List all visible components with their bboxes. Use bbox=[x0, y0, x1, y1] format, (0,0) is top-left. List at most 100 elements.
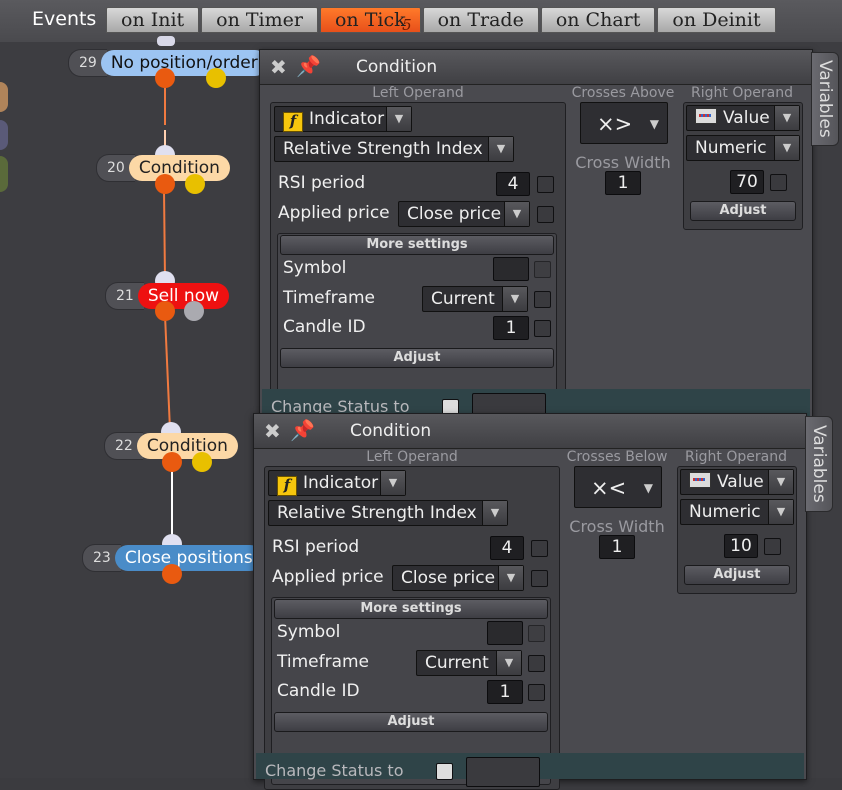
more-settings-header[interactable]: More settings bbox=[274, 599, 548, 619]
right-operand-group: Value ▼ Numeric ▼ 10 Adjust bbox=[677, 466, 797, 594]
applied-price-checkbox[interactable] bbox=[531, 570, 548, 587]
adjust-button-left[interactable]: Adjust bbox=[280, 348, 554, 368]
indicator-select[interactable]: Relative Strength Index ▼ bbox=[268, 500, 508, 526]
node-20-output-port-orange[interactable] bbox=[155, 174, 175, 194]
dialog-1-titlebar[interactable]: ✖ 📌 Condition bbox=[260, 50, 812, 85]
condition-dialog-1: ✖ 📌 Condition Left Operand f Indicator ▼ R… bbox=[259, 49, 813, 431]
symbol-checkbox[interactable] bbox=[528, 625, 545, 642]
timeframe-select[interactable]: Current ▼ bbox=[416, 650, 522, 676]
adjust-button-left[interactable]: Adjust bbox=[274, 712, 548, 732]
applied-price-select[interactable]: Close price ▼ bbox=[392, 565, 524, 591]
chevron-down-icon: ▼ bbox=[502, 287, 527, 311]
timeframe-checkbox[interactable] bbox=[528, 655, 545, 672]
candle-id-checkbox[interactable] bbox=[528, 684, 545, 701]
change-status-row: Change Status to bbox=[256, 753, 804, 787]
candle-id-label: Candle ID bbox=[283, 317, 366, 337]
candle-id-checkbox[interactable] bbox=[534, 320, 551, 337]
chevron-down-icon: ▼ bbox=[496, 651, 521, 675]
operator-caption: Crosses Below bbox=[566, 449, 668, 465]
right-operand-caption: Right Operand bbox=[685, 449, 787, 465]
chevron-down-icon: ▼ bbox=[768, 470, 793, 494]
timeframe-select[interactable]: Current ▼ bbox=[422, 286, 528, 312]
right-operand-type-select[interactable]: Value ▼ bbox=[686, 105, 800, 131]
dialog-2-titlebar[interactable]: ✖ 📌 Condition bbox=[254, 414, 806, 449]
left-operand-type-select[interactable]: f Indicator ▼ bbox=[274, 106, 412, 132]
rsi-period-input[interactable]: 4 bbox=[490, 536, 524, 560]
adjust-button-right[interactable]: Adjust bbox=[684, 565, 790, 585]
rsi-period-checkbox[interactable] bbox=[537, 176, 554, 193]
chevron-down-icon: ▼ bbox=[498, 566, 523, 590]
candle-id-input[interactable]: 1 bbox=[487, 680, 523, 704]
node-29-input-port[interactable] bbox=[157, 36, 175, 46]
function-icon: f bbox=[277, 476, 297, 496]
chevron-down-icon: ▼ bbox=[482, 501, 507, 525]
chevron-down-icon: ▼ bbox=[774, 106, 799, 130]
rsi-period-input[interactable]: 4 bbox=[496, 172, 530, 196]
rsi-period-checkbox[interactable] bbox=[531, 540, 548, 557]
symbol-input[interactable] bbox=[487, 621, 523, 645]
symbol-input[interactable] bbox=[493, 257, 529, 281]
timeframe-label: Timeframe bbox=[277, 652, 370, 672]
left-operand-type-select[interactable]: f Indicator ▼ bbox=[268, 470, 406, 496]
close-icon[interactable]: ✖ bbox=[264, 421, 282, 441]
left-operand-group: f Indicator ▼ Relative Strength Index ▼ RSI… bbox=[270, 102, 566, 426]
numeric-select[interactable]: Numeric ▼ bbox=[680, 499, 794, 525]
condition-dialog-2: ✖ 📌 Condition Left Operand f Indicator ▼ R… bbox=[253, 413, 807, 790]
symbol-checkbox[interactable] bbox=[534, 261, 551, 278]
right-operand-type-select[interactable]: Value ▼ bbox=[680, 469, 794, 495]
chevron-down-icon: ▼ bbox=[504, 202, 529, 226]
chevron-down-icon: ▼ bbox=[768, 500, 793, 524]
right-value-input[interactable]: 70 bbox=[730, 170, 764, 194]
timeframe-label: Timeframe bbox=[283, 288, 376, 308]
left-operand-caption: Left Operand bbox=[366, 449, 458, 465]
applied-price-checkbox[interactable] bbox=[537, 206, 554, 223]
candle-id-input[interactable]: 1 bbox=[493, 316, 529, 340]
indicator-select[interactable]: Relative Strength Index ▼ bbox=[274, 136, 514, 162]
cross-width-input[interactable]: 1 bbox=[605, 171, 641, 195]
pin-icon[interactable]: 📌 bbox=[296, 54, 321, 78]
operator-select[interactable]: ×> ▼ bbox=[580, 102, 668, 144]
right-value-checkbox[interactable] bbox=[770, 174, 787, 191]
node-21-output-port-orange[interactable] bbox=[155, 301, 175, 321]
chevron-down-icon: ▼ bbox=[488, 137, 513, 161]
more-settings-header[interactable]: More settings bbox=[280, 235, 554, 255]
symbol-label: Symbol bbox=[277, 622, 341, 642]
node-29-output-port-yellow[interactable] bbox=[206, 68, 226, 88]
node-22-output-port-orange[interactable] bbox=[162, 452, 182, 472]
numeric-select[interactable]: Numeric ▼ bbox=[686, 135, 800, 161]
timeframe-checkbox[interactable] bbox=[534, 291, 551, 308]
variables-tab-2[interactable]: Variables bbox=[805, 416, 833, 512]
cross-width-label: Cross Width bbox=[569, 517, 665, 536]
left-operand-caption: Left Operand bbox=[372, 85, 464, 101]
operator-select[interactable]: ×< ▼ bbox=[574, 466, 662, 508]
pin-icon[interactable]: 📌 bbox=[290, 418, 315, 442]
node-22-output-port-yellow[interactable] bbox=[192, 452, 212, 472]
connector-20-21 bbox=[163, 189, 166, 281]
rsi-period-label: RSI period bbox=[272, 537, 360, 557]
cross-width-input[interactable]: 1 bbox=[599, 535, 635, 559]
function-icon: f bbox=[283, 112, 303, 132]
chevron-down-icon: ▼ bbox=[643, 481, 653, 495]
value-icon bbox=[689, 472, 711, 488]
value-icon bbox=[695, 108, 717, 124]
variables-tab-1[interactable]: Variables bbox=[811, 52, 839, 146]
right-operand-group: Value ▼ Numeric ▼ 70 Adjust bbox=[683, 102, 803, 230]
close-icon[interactable]: ✖ bbox=[270, 57, 288, 77]
applied-price-label: Applied price bbox=[272, 567, 384, 587]
symbol-label: Symbol bbox=[283, 258, 347, 278]
applied-price-select[interactable]: Close price ▼ bbox=[398, 201, 530, 227]
change-status-checkbox[interactable] bbox=[436, 763, 453, 780]
dialog-1-title: Condition bbox=[356, 57, 438, 77]
adjust-button-right[interactable]: Adjust bbox=[690, 201, 796, 221]
chevron-down-icon: ▼ bbox=[380, 471, 405, 495]
node-20-output-port-yellow[interactable] bbox=[185, 174, 205, 194]
right-value-checkbox[interactable] bbox=[764, 538, 781, 555]
change-status-select[interactable] bbox=[466, 757, 540, 787]
node-23-output-port-orange[interactable] bbox=[162, 564, 182, 584]
dialog-2-title: Condition bbox=[350, 421, 432, 441]
candle-id-label: Candle ID bbox=[277, 681, 360, 701]
right-value-input[interactable]: 10 bbox=[724, 534, 758, 558]
node-29-output-port-orange[interactable] bbox=[155, 68, 175, 88]
node-21-output-port-grey[interactable] bbox=[184, 301, 204, 321]
chevron-down-icon: ▼ bbox=[774, 136, 799, 160]
